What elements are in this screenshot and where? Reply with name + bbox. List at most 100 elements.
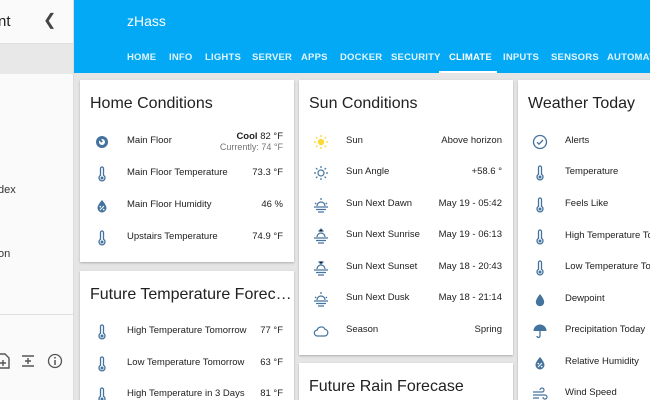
water-percent-icon bbox=[532, 355, 548, 371]
tab-inputs[interactable]: INPUTS bbox=[503, 52, 539, 63]
entity-row[interactable]: Temperature bbox=[518, 161, 650, 185]
entity-row[interactable]: Sun Next Dusk May 18 - 21:14 bbox=[299, 287, 513, 311]
weather-today-card: Weather Today Alerts Temperature Feels L… bbox=[518, 80, 650, 400]
entity-value: May 18 - 21:14 bbox=[438, 292, 502, 303]
entity-row[interactable]: Sun Angle +58.6 ° bbox=[299, 161, 513, 185]
entity-label: Sun Next Sunrise bbox=[346, 229, 420, 240]
entity-label: Sun bbox=[346, 135, 363, 146]
sidebar-item[interactable]: dex bbox=[0, 184, 16, 196]
entity-label: Temperature bbox=[565, 166, 619, 177]
tab-home[interactable]: HOME bbox=[127, 52, 156, 63]
entity-row[interactable]: Sun Next Sunset May 18 - 20:43 bbox=[299, 256, 513, 280]
file-plus-icon[interactable] bbox=[0, 353, 12, 369]
entity-value: May 19 - 06:13 bbox=[438, 229, 502, 240]
app-header: zHass HOME INFO LIGHTS SERVER APPS DOCKE… bbox=[74, 0, 650, 73]
entity-row[interactable]: High Temperature in 3 Days 81 °F bbox=[80, 383, 294, 400]
thermometer-icon bbox=[94, 230, 110, 246]
entity-label: High Temperature Tomorrow bbox=[127, 325, 247, 336]
entity-row[interactable]: Main Floor Temperature 73.3 °F bbox=[80, 162, 294, 186]
entity-label: Sun Angle bbox=[346, 166, 390, 177]
home-conditions-card: Home Conditions Main Floor Cool 82 °F Cu… bbox=[80, 80, 294, 262]
thermostat-row[interactable]: Main Floor Cool 82 °F Currently: 74 °F bbox=[80, 130, 294, 160]
entity-row[interactable]: Sun Next Sunrise May 19 - 06:13 bbox=[299, 224, 513, 248]
tab-automations[interactable]: AUTOMATI bbox=[607, 52, 650, 63]
entity-value: 63 °F bbox=[260, 357, 283, 368]
entity-value: 73.3 °F bbox=[252, 167, 283, 178]
sun-icon bbox=[313, 134, 329, 150]
entity-row[interactable]: Feels Like bbox=[518, 193, 650, 217]
weather-sunset-down-icon bbox=[313, 260, 329, 276]
entity-row[interactable]: Dewpoint bbox=[518, 288, 650, 312]
weather-sunset-icon bbox=[313, 291, 329, 307]
entity-label: Upstairs Temperature bbox=[127, 231, 218, 242]
entity-label: Sun Next Sunset bbox=[346, 261, 418, 272]
entity-label: Feels Like bbox=[565, 198, 609, 209]
water-drop-icon bbox=[532, 292, 548, 308]
thermostat-mode: Cool bbox=[236, 131, 258, 142]
thermometer-icon bbox=[532, 229, 548, 245]
sidebar-active-item[interactable] bbox=[0, 44, 73, 74]
entity-label: Relative Humidity bbox=[565, 356, 639, 367]
thermostat-state: Cool 82 °F Currently: 74 °F bbox=[220, 131, 283, 153]
active-tab-indicator bbox=[439, 71, 497, 73]
entity-row[interactable]: Low Temperature To bbox=[518, 256, 650, 280]
sidebar-item[interactable]: on bbox=[0, 248, 10, 260]
entity-label: Season bbox=[346, 324, 379, 335]
entity-row[interactable]: Sun Next Dawn May 19 - 05:42 bbox=[299, 193, 513, 217]
sun-conditions-card: Sun Conditions Sun Above horizon Sun Ang… bbox=[299, 80, 513, 355]
thermometer-icon bbox=[532, 165, 548, 181]
entity-label: Low Temperature To bbox=[565, 261, 650, 272]
thermostat-target: 82 °F bbox=[260, 131, 283, 142]
entity-label: Sun Next Dawn bbox=[346, 198, 413, 209]
tab-security[interactable]: SECURITY bbox=[391, 52, 441, 63]
weather-sunset-up-icon bbox=[313, 228, 329, 244]
entity-row[interactable]: High Temperature Tomorrow 77 °F bbox=[80, 320, 294, 344]
entity-label: High Temperature in 3 Days bbox=[127, 388, 245, 399]
tab-info[interactable]: INFO bbox=[169, 52, 193, 63]
sidebar-title: nt bbox=[0, 13, 11, 30]
card-title: Future Rain Forecase bbox=[309, 378, 464, 395]
weather-windy-icon bbox=[532, 386, 548, 400]
entity-label: Sun Next Dusk bbox=[346, 292, 410, 303]
entity-label: Main Floor Humidity bbox=[127, 199, 212, 210]
thermometer-icon bbox=[532, 197, 548, 213]
entity-row[interactable]: Wind Speed bbox=[518, 382, 650, 400]
entity-row[interactable]: Sun Above horizon bbox=[299, 130, 513, 154]
entity-value: May 18 - 20:43 bbox=[438, 261, 502, 272]
entity-row[interactable]: High Temperature To bbox=[518, 225, 650, 249]
thermometer-icon bbox=[94, 324, 110, 340]
entity-row[interactable]: Main Floor Humidity 46 % bbox=[80, 194, 294, 218]
card-title: Future Temperature Forec… bbox=[90, 286, 292, 303]
thermometer-icon bbox=[94, 356, 110, 372]
check-circle-icon bbox=[532, 134, 548, 150]
tab-apps[interactable]: APPS bbox=[301, 52, 328, 63]
app-title: zHass bbox=[127, 13, 166, 29]
sidebar-footer bbox=[0, 314, 73, 400]
tab-lights[interactable]: LIGHTS bbox=[205, 52, 241, 63]
future-rain-card: Future Rain Forecase bbox=[299, 363, 513, 400]
entity-value: 74.9 °F bbox=[252, 231, 283, 242]
entity-label: Dewpoint bbox=[565, 293, 605, 304]
entity-value: 77 °F bbox=[260, 325, 283, 336]
cloud-icon bbox=[313, 323, 329, 339]
entity-row[interactable]: Upstairs Temperature 74.9 °F bbox=[80, 226, 294, 250]
info-icon[interactable] bbox=[47, 353, 63, 369]
thermometer-icon bbox=[94, 166, 110, 182]
umbrella-icon bbox=[532, 323, 548, 339]
entity-value: May 19 - 05:42 bbox=[438, 198, 502, 209]
tab-docker[interactable]: DOCKER bbox=[340, 52, 382, 63]
entity-row[interactable]: Relative Humidity bbox=[518, 351, 650, 375]
entity-row[interactable]: Alerts bbox=[518, 130, 650, 154]
entity-label: Main Floor Temperature bbox=[127, 167, 228, 178]
tab-climate[interactable]: CLIMATE bbox=[449, 52, 492, 63]
entity-row[interactable]: Low Temperature Tomorrow 63 °F bbox=[80, 352, 294, 376]
collapse-sidebar-icon[interactable]: ❮ bbox=[43, 10, 56, 30]
thermostat-icon bbox=[94, 134, 110, 150]
entity-row[interactable]: Precipitation Today bbox=[518, 319, 650, 343]
entity-label: Wind Speed bbox=[565, 387, 617, 398]
entity-row[interactable]: Season Spring bbox=[299, 319, 513, 343]
tab-sensors[interactable]: SENSORS bbox=[551, 52, 599, 63]
sidebar-header: nt ❮ bbox=[0, 0, 73, 44]
format-align-icon[interactable] bbox=[20, 353, 36, 369]
tab-server[interactable]: SERVER bbox=[252, 52, 292, 63]
